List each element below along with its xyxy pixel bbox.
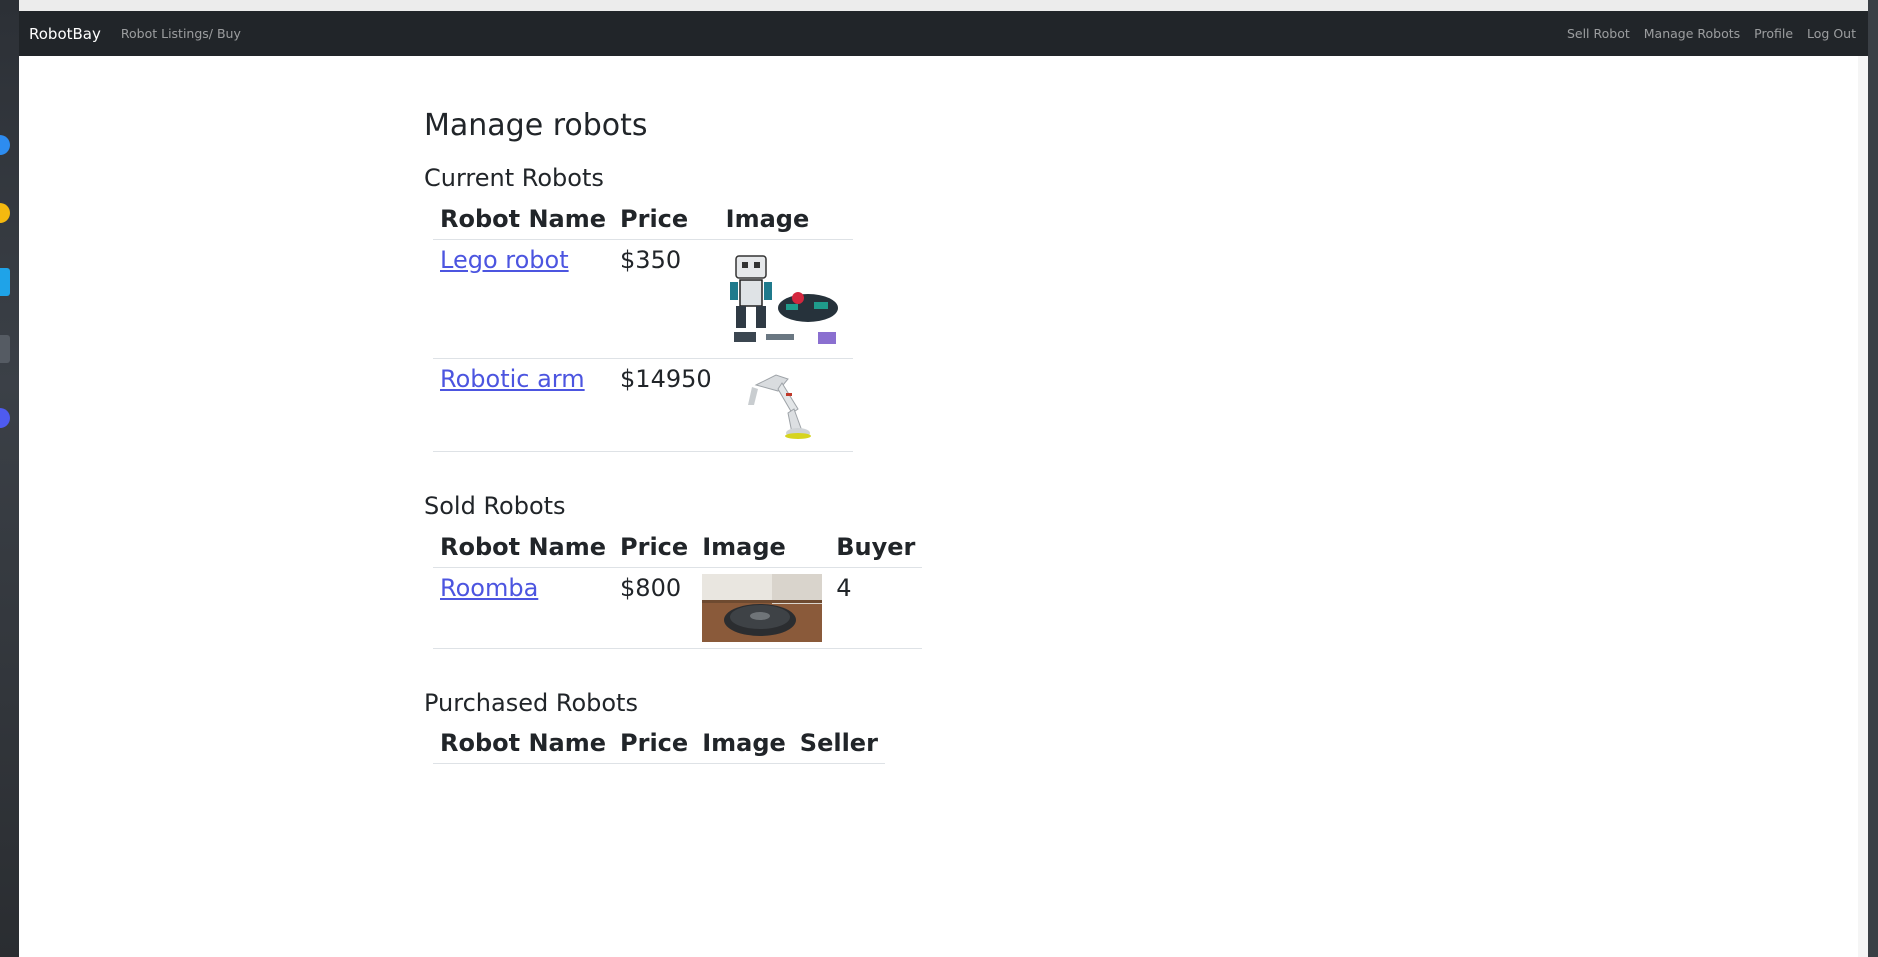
sold-robots-heading: Sold Robots	[424, 491, 566, 520]
page-title: Manage robots	[424, 108, 648, 143]
robot-name-link[interactable]: Robotic arm	[440, 365, 585, 393]
robot-image-cell	[695, 567, 830, 649]
navbar: RobotBay Robot Listings/ Buy Sell Robot …	[19, 11, 1868, 56]
col-image: Image	[695, 723, 793, 765]
col-robot-name: Robot Name	[433, 198, 614, 240]
robot-image-cell	[718, 239, 853, 359]
main-content: Manage robots Current Robots Robot Name …	[424, 108, 1324, 804]
col-seller: Seller	[792, 723, 885, 765]
current-robots-heading: Current Robots	[424, 164, 604, 192]
col-robot-name: Robot Name	[433, 526, 614, 568]
dock-app-icon[interactable]	[0, 268, 10, 296]
table-row: Robotic arm $14950	[433, 358, 853, 452]
dock-app-icon[interactable]	[0, 135, 10, 155]
browser-top-edge	[19, 0, 1868, 11]
sold-robots-table: Robot Name Price Image Buyer Roomba $800	[433, 526, 923, 649]
robot-name-link[interactable]: Roomba	[440, 574, 538, 602]
robot-price: $800	[613, 567, 696, 649]
dock-app-icon[interactable]	[0, 203, 10, 223]
nav-sell-robot[interactable]: Sell Robot	[1567, 26, 1630, 41]
table-header-row: Robot Name Price Image	[433, 198, 853, 240]
table-header-row: Robot Name Price Image Buyer	[433, 526, 923, 568]
sold-robots-section: Sold Robots Robot Name Price Image Buyer…	[424, 492, 1324, 649]
brand-link[interactable]: RobotBay	[29, 25, 101, 43]
roomba-image	[702, 573, 823, 642]
col-price: Price	[613, 198, 719, 240]
col-image: Image	[718, 198, 853, 240]
dock-app-icon[interactable]	[0, 335, 10, 363]
dock-app-icon[interactable]	[0, 408, 10, 428]
current-robots-table: Robot Name Price Image Lego robot $350 R…	[433, 198, 853, 452]
lego-robot-image	[725, 245, 846, 352]
robot-name-link[interactable]: Lego robot	[440, 246, 569, 274]
nav-manage-robots[interactable]: Manage Robots	[1644, 26, 1740, 41]
col-buyer: Buyer	[829, 526, 923, 568]
robot-name-cell: Robotic arm	[433, 358, 614, 452]
purchased-robots-section: Purchased Robots Robot Name Price Image …	[424, 689, 1324, 765]
robot-price: $14950	[613, 358, 719, 452]
robot-name-cell: Roomba	[433, 567, 614, 649]
purchased-robots-heading: Purchased Robots	[424, 688, 638, 717]
robotic-arm-image	[725, 364, 846, 445]
browser-window: RobotBay Robot Listings/ Buy Sell Robot …	[19, 0, 1868, 957]
table-header-row: Robot Name Price Image Seller	[433, 723, 885, 765]
col-robot-name: Robot Name	[433, 723, 614, 765]
nav-log-out[interactable]: Log Out	[1807, 26, 1856, 41]
robot-name-cell: Lego robot	[433, 239, 614, 359]
table-row: Roomba $800 4	[433, 567, 923, 649]
nav-profile[interactable]: Profile	[1754, 26, 1793, 41]
scroll-track[interactable]	[1858, 56, 1868, 957]
purchased-robots-table: Robot Name Price Image Seller	[433, 723, 885, 765]
col-price: Price	[613, 723, 696, 765]
col-image: Image	[695, 526, 830, 568]
table-row: Lego robot $350	[433, 239, 853, 359]
buyer-id: 4	[829, 567, 923, 649]
nav-right-group: Sell Robot Manage Robots Profile Log Out	[1567, 26, 1856, 41]
desktop-dock	[0, 0, 19, 957]
nav-robot-listings[interactable]: Robot Listings/ Buy	[121, 26, 241, 41]
robot-price: $350	[613, 239, 719, 359]
col-price: Price	[613, 526, 696, 568]
current-robots-section: Current Robots Robot Name Price Image Le…	[424, 164, 1324, 452]
robot-image-cell	[718, 358, 853, 452]
